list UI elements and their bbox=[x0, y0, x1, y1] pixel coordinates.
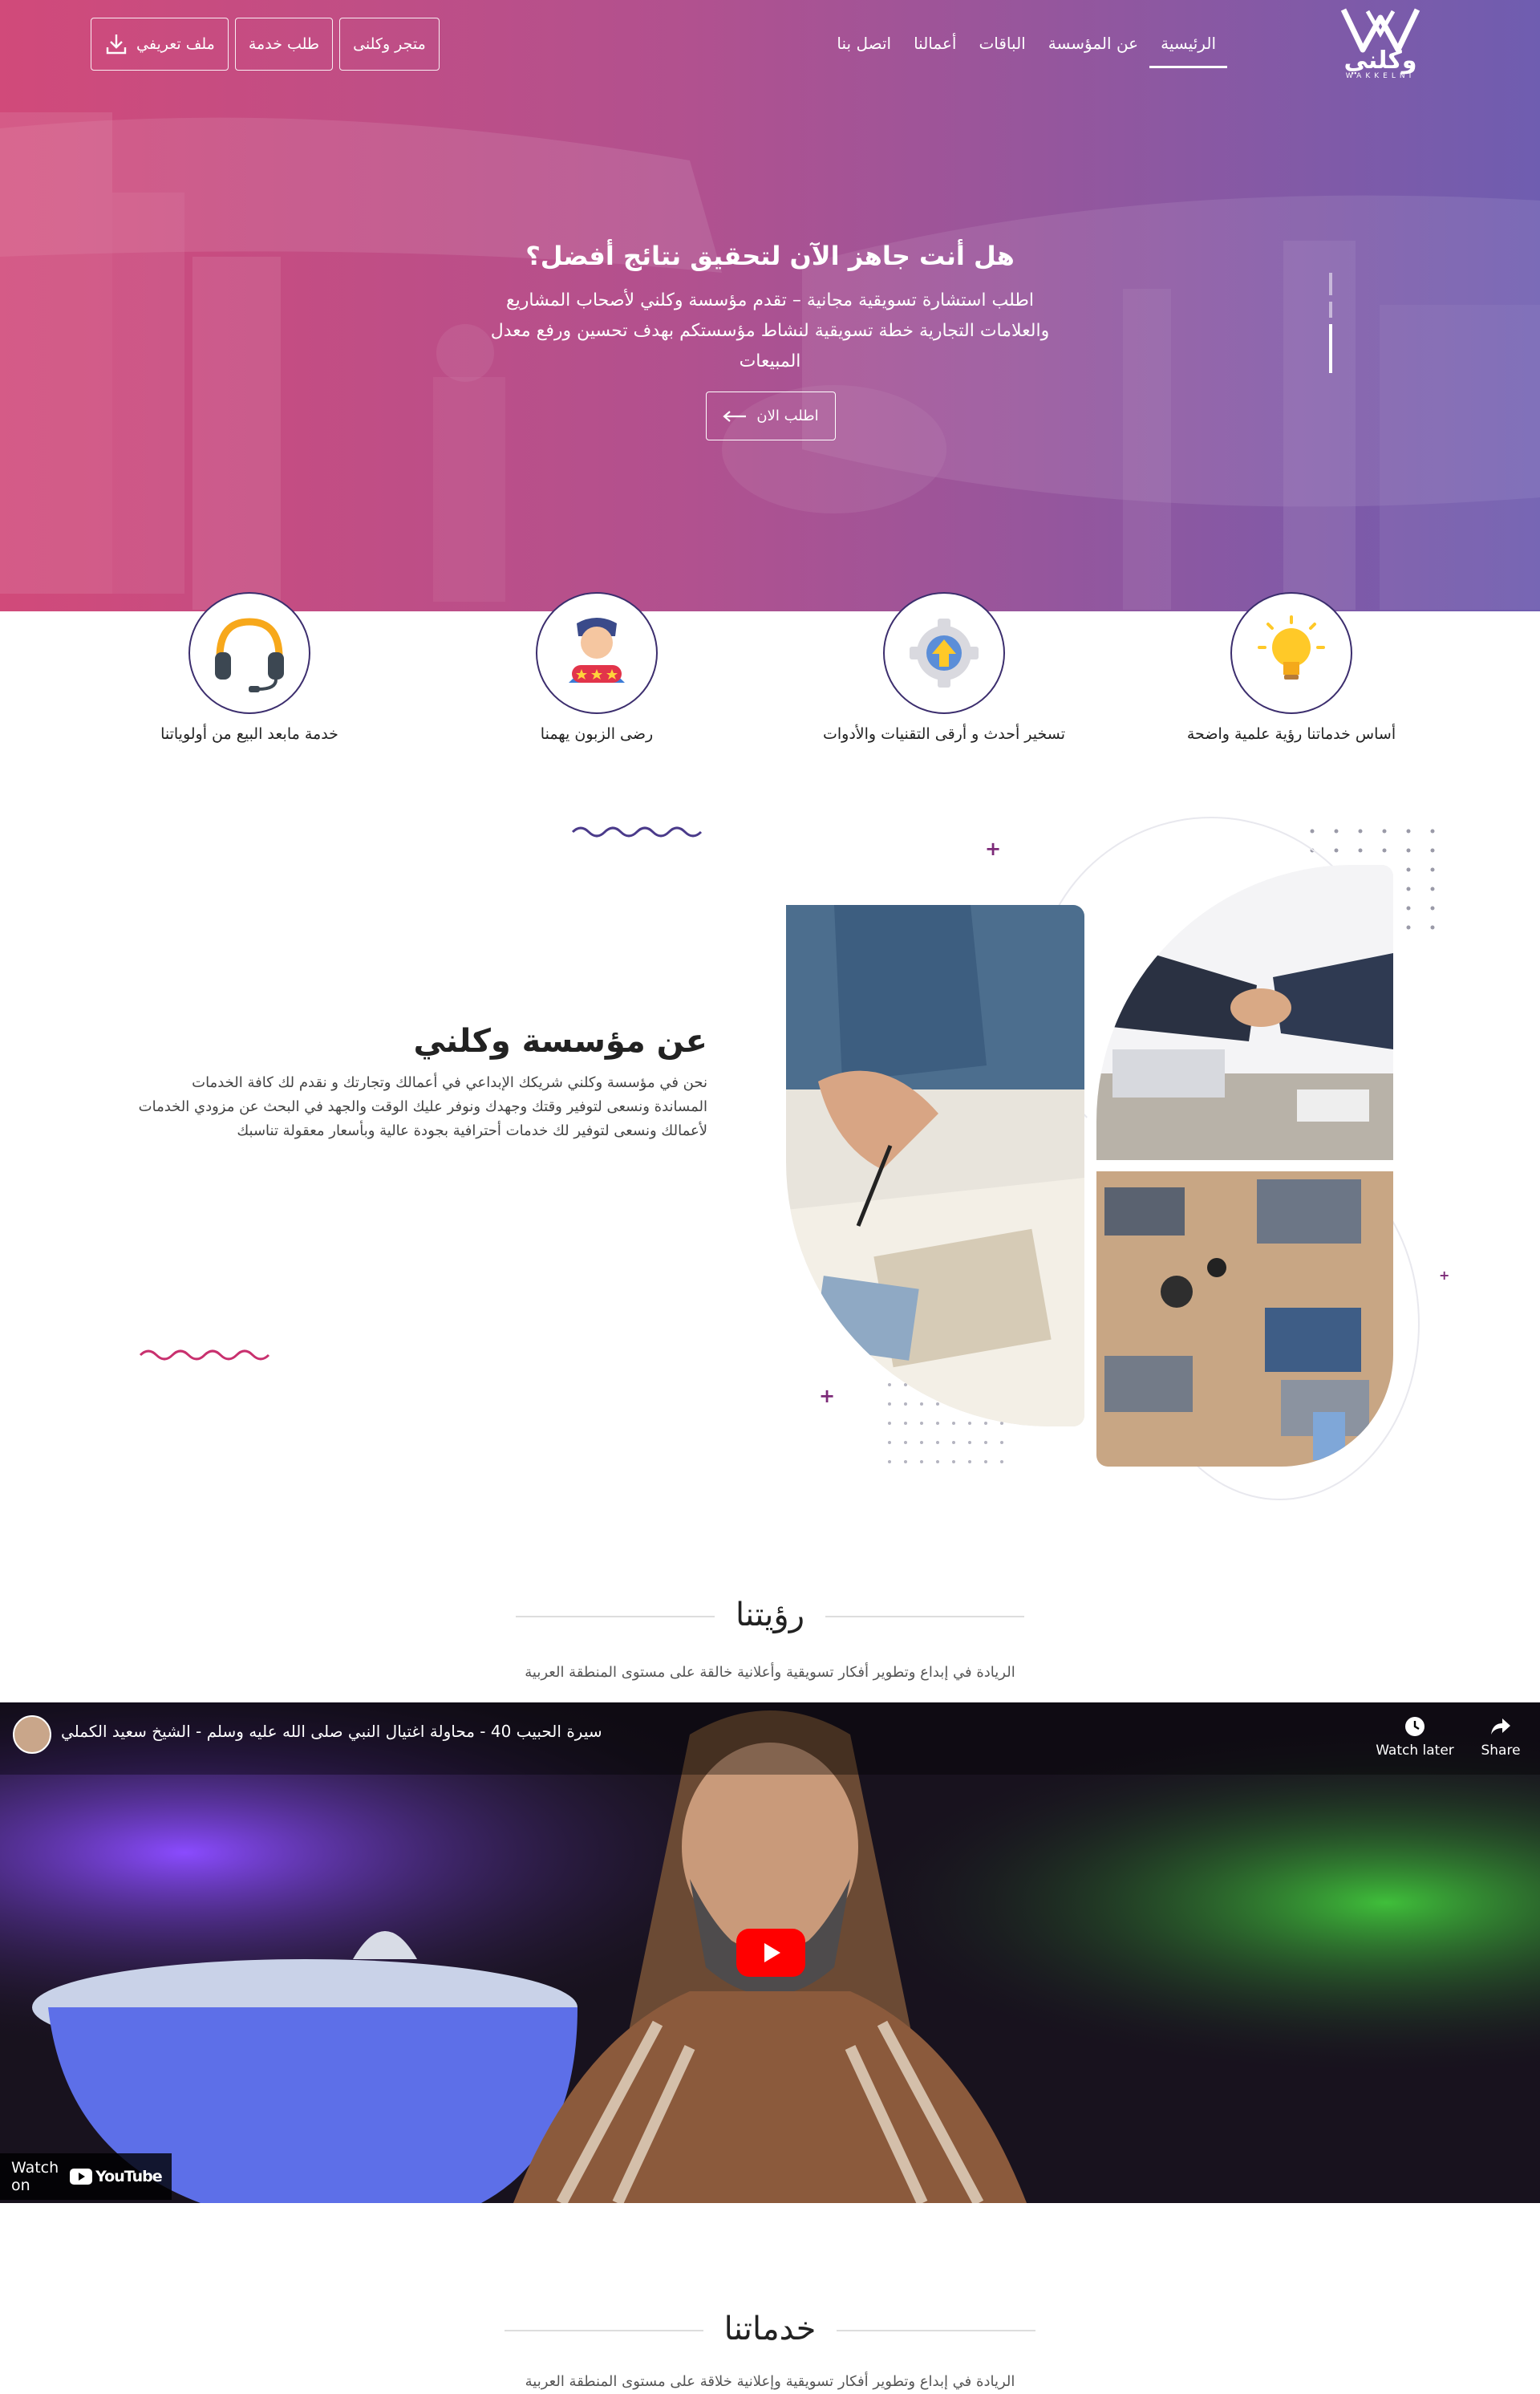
feature-item: أساس خدماتنا رؤية علمية واضحة bbox=[1123, 592, 1460, 743]
youtube-logo: YouTube bbox=[70, 2168, 163, 2185]
nav-contact[interactable]: اتصل بنا bbox=[825, 30, 902, 68]
feature-icon-circle bbox=[188, 592, 310, 714]
watch-on-label: Watch on bbox=[11, 2159, 59, 2194]
header-buttons: ملف تعريفي طلب خدمة متجر وكلنى bbox=[91, 18, 440, 71]
divider-line bbox=[515, 1616, 715, 1617]
hero-slider-indicators bbox=[1329, 273, 1334, 373]
feature-label: أساس خدماتنا رؤية علمية واضحة bbox=[1186, 725, 1396, 743]
hero-title: هل أنت جاهز الآن لتحقيق نتائج أفضل؟ bbox=[525, 241, 1015, 271]
divider-line bbox=[825, 1616, 1025, 1617]
hero-cta-button[interactable]: اطلب الان bbox=[706, 392, 836, 440]
services-heading: خدماتنا bbox=[0, 2311, 1540, 2347]
brand-name: وكلني bbox=[1343, 47, 1417, 75]
play-button[interactable] bbox=[736, 1929, 805, 1977]
feature-item: تسخير أحدث و أرقى التقنيات والأدوات bbox=[776, 592, 1112, 743]
slider-indicator-active[interactable] bbox=[1329, 324, 1332, 373]
nav-works[interactable]: أعمالنا bbox=[902, 30, 967, 68]
services-subtitle: الريادة في إبداع وتطوير أفكار تسويقية وإ… bbox=[525, 2373, 1015, 2390]
divider-line bbox=[504, 2330, 703, 2331]
arrow-left-icon bbox=[723, 410, 747, 422]
main-nav: الرئيسية عن المؤسسة الباقات أعمالنا اتصل… bbox=[825, 30, 1227, 68]
brand-latin: WAKKELNI bbox=[1345, 72, 1416, 80]
slider-indicator[interactable] bbox=[1329, 273, 1332, 295]
gear-upgrade-icon bbox=[910, 619, 979, 688]
youtube-play-icon bbox=[70, 2169, 93, 2185]
services-title: خدماتنا bbox=[723, 2311, 817, 2347]
feature-label: رضى الزبون يهمنا bbox=[540, 725, 654, 743]
nav-packages[interactable]: الباقات bbox=[967, 30, 1036, 68]
decorative-plus: + bbox=[1439, 1268, 1450, 1283]
decorative-wave bbox=[571, 826, 703, 838]
about-photo-laptops bbox=[1096, 1171, 1393, 1467]
download-icon bbox=[106, 34, 127, 55]
customer-rating-icon bbox=[569, 618, 625, 683]
feature-label: تسخير أحدث و أرقى التقنيات والأدوات bbox=[823, 725, 1065, 743]
feature-item: خدمة مابعد البيع من أولوياتنا bbox=[81, 592, 418, 743]
about-title: عن مؤسسة وكلني bbox=[413, 1023, 707, 1060]
decorative-plus: + bbox=[985, 838, 1002, 860]
hero-cta-label: اطلب الان bbox=[756, 408, 819, 424]
share-button[interactable]: Share bbox=[1473, 1715, 1529, 1759]
decorative-wave bbox=[139, 1349, 270, 1361]
headset-icon bbox=[215, 618, 284, 692]
nav-about[interactable]: عن المؤسسة bbox=[1037, 30, 1149, 68]
play-icon bbox=[764, 1943, 780, 1962]
share-label: Share bbox=[1481, 1743, 1521, 1759]
watch-on-youtube-button[interactable]: Watch on YouTube bbox=[0, 2153, 172, 2200]
about-text: نحن في مؤسسة وكلني شريكك الإبداعي في أعم… bbox=[138, 1074, 707, 1139]
feature-label: خدمة مابعد البيع من أولوياتنا bbox=[160, 725, 338, 743]
clock-icon bbox=[1405, 1717, 1424, 1736]
nav-home[interactable]: الرئيسية bbox=[1149, 30, 1227, 68]
request-service-label: طلب خدمة bbox=[248, 35, 320, 53]
feature-icon-circle bbox=[883, 592, 1005, 714]
divider-line bbox=[837, 2330, 1036, 2331]
agents-store-button[interactable]: متجر وكلنى bbox=[339, 18, 440, 71]
feature-icon-circle bbox=[536, 592, 658, 714]
request-service-button[interactable]: طلب خدمة bbox=[234, 18, 334, 71]
lightbulb-icon bbox=[1258, 615, 1325, 680]
slider-indicator[interactable] bbox=[1329, 302, 1332, 318]
agents-store-label: متجر وكلنى bbox=[353, 35, 426, 53]
watch-later-label: Watch later bbox=[1376, 1743, 1454, 1759]
decorative-plus: + bbox=[819, 1385, 836, 1407]
feature-icon-circle bbox=[1230, 592, 1352, 714]
hero-description: اطلب استشارة تسويقية مجانية – تقدم مؤسسة… bbox=[490, 290, 1050, 371]
vision-heading: رؤيتنا bbox=[0, 1597, 1540, 1633]
feature-item: رضى الزبون يهمنا bbox=[428, 592, 765, 743]
video-title[interactable]: سيرة الحبيب 40 - محاولة اغتيال النبي صلى… bbox=[61, 1722, 602, 1741]
vision-subtitle: الريادة في إبداع وتطوير أفكار تسويقية وأ… bbox=[525, 1664, 1015, 1681]
share-icon bbox=[1491, 1718, 1510, 1735]
watch-later-button[interactable]: Watch later bbox=[1367, 1715, 1463, 1759]
profile-download-button[interactable]: ملف تعريفي bbox=[91, 18, 229, 71]
channel-avatar[interactable] bbox=[13, 1715, 51, 1754]
about-photo-meeting bbox=[786, 905, 1084, 1426]
profile-button-label: ملف تعريفي bbox=[136, 35, 215, 53]
vision-title: رؤيتنا bbox=[735, 1597, 805, 1633]
youtube-wordmark: YouTube bbox=[95, 2168, 162, 2185]
